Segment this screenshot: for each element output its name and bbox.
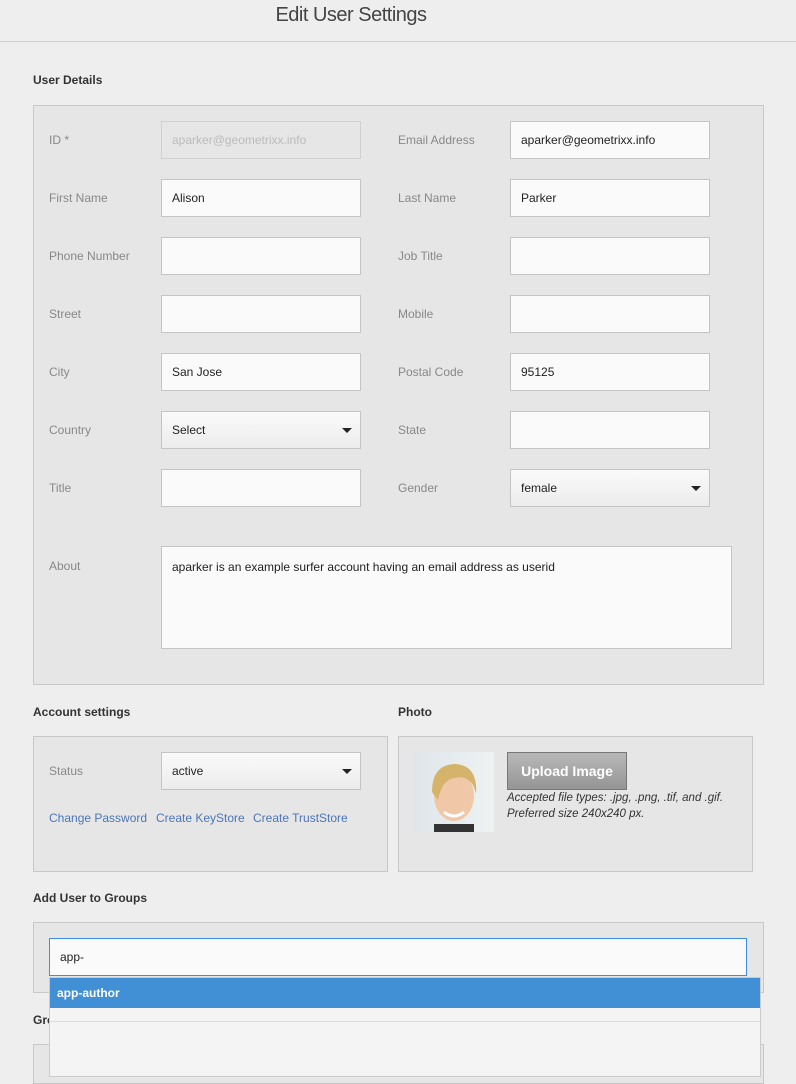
street-label: Street: [49, 307, 82, 321]
photo-heading: Photo: [398, 705, 432, 719]
mobile-label: Mobile: [398, 307, 434, 321]
first-name-label: First Name: [49, 191, 108, 205]
dropdown-divider: [50, 1008, 760, 1022]
last-name-label: Last Name: [398, 191, 457, 205]
photo-hint-types: Accepted file types: .jpg, .png, .tif, a…: [507, 792, 724, 804]
id-input: aparker@geometrixx.info: [161, 121, 361, 159]
email-address-value: aparker@geometrixx.info: [521, 133, 656, 147]
last-name-value: Parker: [521, 191, 557, 205]
first-name-value: Alison: [172, 191, 205, 205]
upload-image-button[interactable]: Upload Image: [507, 752, 627, 790]
city-label: City: [49, 365, 70, 379]
suggestion-item[interactable]: app-author: [50, 978, 760, 1008]
country-value: Select: [172, 423, 206, 437]
last-name-input[interactable]: Parker: [510, 179, 710, 217]
phone-number-input[interactable]: [161, 237, 361, 275]
page-title: Edit User Settings: [275, 4, 427, 26]
country-select[interactable]: Select: [161, 411, 361, 449]
mobile-input[interactable]: [510, 295, 710, 333]
id-label: ID *: [49, 133, 70, 147]
group-search-input[interactable]: app-: [49, 938, 747, 976]
email-address-input[interactable]: aparker@geometrixx.info: [510, 121, 710, 159]
state-label: State: [398, 423, 427, 437]
postal-code-input[interactable]: 95125: [510, 353, 710, 391]
email-address-label: Email Address: [398, 133, 475, 147]
chevron-down-icon: [691, 486, 701, 491]
gender-select[interactable]: female: [510, 469, 710, 507]
city-input[interactable]: San Jose: [161, 353, 361, 391]
create-truststore-link[interactable]: Create TrustStore: [253, 811, 348, 825]
create-keystore-link[interactable]: Create KeyStore: [156, 811, 245, 825]
account-settings-heading: Account settings: [33, 705, 131, 719]
title-input[interactable]: [161, 469, 361, 507]
status-value: active: [172, 764, 204, 778]
header-divider: [0, 41, 796, 42]
state-input[interactable]: [510, 411, 710, 449]
id-value: aparker@geometrixx.info: [172, 133, 307, 147]
change-password-link[interactable]: Change Password: [49, 811, 147, 825]
postal-code-value: 95125: [521, 365, 555, 379]
city-value: San Jose: [172, 365, 223, 379]
postal-code-label: Postal Code: [398, 365, 464, 379]
chevron-down-icon: [342, 428, 352, 433]
job-title-label: Job Title: [398, 249, 443, 263]
groups-heading: Add User to Groups: [33, 891, 148, 905]
phone-number-label: Phone Number: [49, 249, 130, 263]
first-name-input[interactable]: Alison: [161, 179, 361, 217]
gender-label: Gender: [398, 481, 439, 495]
suggestion-dropdown: app-author: [49, 977, 761, 1077]
status-label: Status: [49, 764, 84, 778]
photo-hint-size: Preferred size 240x240 px.: [507, 808, 645, 820]
status-select[interactable]: active: [161, 752, 361, 790]
user-details-heading: User Details: [33, 73, 103, 87]
chevron-down-icon: [342, 769, 352, 774]
user-photo: [414, 752, 494, 832]
country-label: Country: [49, 423, 92, 437]
job-title-input[interactable]: [510, 237, 710, 275]
title-label: Title: [49, 481, 72, 495]
street-input[interactable]: [161, 295, 361, 333]
gender-value: female: [521, 481, 558, 495]
about-label: About: [49, 559, 81, 573]
about-textarea[interactable]: aparker is an example surfer account hav…: [161, 546, 732, 649]
